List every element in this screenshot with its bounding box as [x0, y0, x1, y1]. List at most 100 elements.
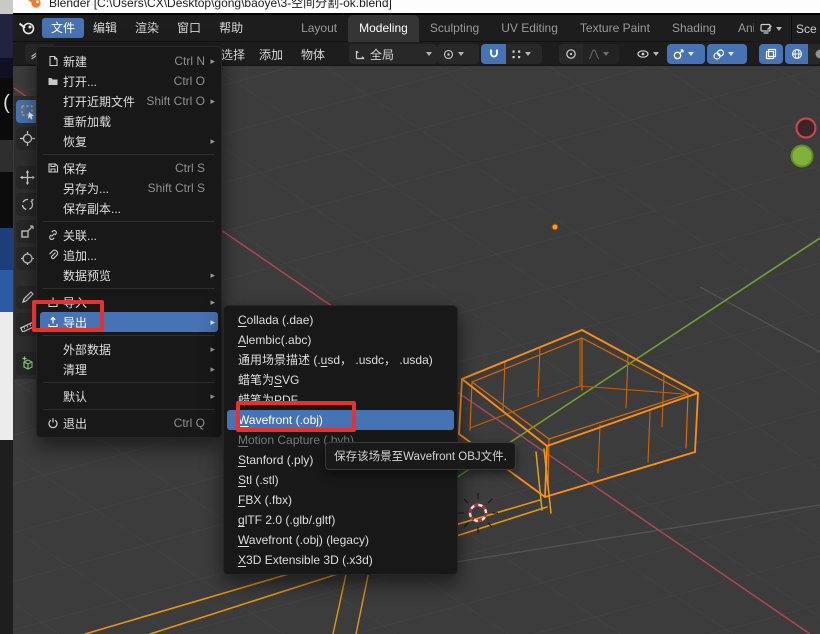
- menu-item-recover[interactable]: 恢复 ▸: [37, 131, 221, 151]
- menu-item-label: 新建: [63, 53, 174, 70]
- menu-shortcut: Shift Ctrl O: [146, 94, 205, 108]
- menu-item-label: 打开近期文件: [63, 93, 146, 110]
- menu-item-external-data[interactable]: 外部数据 ▸: [37, 339, 221, 359]
- tab-shading[interactable]: Shading: [661, 15, 727, 42]
- menu-shortcut: Ctrl O: [174, 74, 205, 88]
- submenu-arrow-icon: ▸: [205, 136, 215, 147]
- menu-separator: [37, 332, 221, 339]
- menu-window[interactable]: 窗口: [168, 18, 210, 38]
- menu-item-label: 保存副本...: [63, 200, 205, 217]
- snap-with-dropdown[interactable]: [506, 44, 542, 64]
- menu-separator: [37, 379, 221, 386]
- export-item-grease-pencil-svg[interactable]: 蜡笔为SVG: [224, 370, 457, 390]
- menu-item-label: 默认: [63, 388, 205, 405]
- export-item-wavefront-legacy[interactable]: Wavefront (.obj) (legacy): [224, 530, 457, 550]
- solid-shading-button[interactable]: [808, 44, 820, 64]
- tab-modeling[interactable]: Modeling: [348, 15, 419, 42]
- gizmo-icon: [672, 48, 685, 61]
- blender-window: ( Blender [C:\Users\CX\Desktop\gong\baoy…: [0, 0, 820, 634]
- transform-orientation-dropdown[interactable]: 全局: [349, 42, 437, 66]
- orientation-value: 全局: [370, 46, 394, 63]
- export-item-x3d[interactable]: X3D Extensible 3D (.x3d): [224, 550, 457, 570]
- gizmos-dropdown[interactable]: [667, 42, 705, 66]
- menu-item-save-copy[interactable]: 保存副本...: [37, 198, 221, 218]
- menu-item-revert[interactable]: 重新加载: [37, 111, 221, 131]
- top-menubar: 文件 编辑 渲染 窗口 帮助 Layout Modeling Sculpting…: [13, 15, 820, 42]
- menu-item-label: 清理: [63, 361, 205, 378]
- menu-item-link[interactable]: 关联...: [37, 225, 221, 245]
- file-menu-dropdown: 新建 Ctrl N ▸ 打开... Ctrl O 打开近期文件 Shift Ct…: [36, 46, 222, 438]
- origin-dot[interactable]: [552, 224, 558, 230]
- link-icon: [43, 229, 63, 241]
- scene-selector: Sce: [754, 15, 820, 42]
- proportional-circle-icon: [565, 48, 577, 60]
- menu-item-open-recent[interactable]: 打开近期文件 Shift Ctrl O ▸: [37, 91, 221, 111]
- paperclip-icon: [43, 249, 63, 261]
- export-item-usd[interactable]: 通用场景描述 (.usd， .usdc， .usda): [224, 350, 457, 370]
- wireframe-globe-icon: [791, 48, 803, 60]
- menu-shortcut: Shift Ctrl S: [148, 181, 205, 195]
- submenu-arrow-icon: ▸: [205, 96, 215, 107]
- export-item-gltf[interactable]: glTF 2.0 (.glb/.gltf): [224, 510, 457, 530]
- menu-item-defaults[interactable]: 默认 ▸: [37, 386, 221, 406]
- export-item-fbx[interactable]: FBX (.fbx): [224, 490, 457, 510]
- menu-edit[interactable]: 编辑: [84, 18, 126, 38]
- xray-toggle-button[interactable]: [759, 42, 783, 66]
- menu-item-save-as[interactable]: 另存为... Shift Ctrl S: [37, 178, 221, 198]
- export-item-collada[interactable]: Collada (.dae): [224, 310, 457, 330]
- menu-file[interactable]: 文件: [42, 18, 84, 38]
- file-new-icon: [43, 55, 63, 67]
- scene-icon[interactable]: [754, 19, 787, 39]
- menu-item-clean-up[interactable]: 清理 ▸: [37, 359, 221, 379]
- object-visibility-dropdown[interactable]: [631, 42, 671, 66]
- window-title: Blender [C:\Users\CX\Desktop\gong\baoye\…: [49, 0, 392, 11]
- pivot-point-dropdown[interactable]: [437, 42, 479, 66]
- annotation-box-wavefront: [236, 401, 356, 432]
- save-icon: [43, 162, 63, 174]
- menu-item-append[interactable]: 追加...: [37, 245, 221, 265]
- falloff-dropdown[interactable]: [583, 44, 619, 64]
- magnet-icon: [488, 48, 500, 60]
- wireframe-shading-button[interactable]: [785, 44, 808, 64]
- menu-object[interactable]: 物体: [301, 42, 325, 66]
- menu-item-data-preview[interactable]: 数据预览 ▸: [37, 265, 221, 285]
- annotation-box-export: [32, 300, 104, 332]
- title-bar: Blender [C:\Users\CX\Desktop\gong\baoye\…: [13, 0, 820, 13]
- submenu-arrow-icon: ▸: [205, 317, 215, 328]
- menu-add[interactable]: 添加: [259, 42, 283, 66]
- menu-item-quit[interactable]: 退出 Ctrl Q: [37, 413, 221, 433]
- menu-help[interactable]: 帮助: [210, 18, 252, 38]
- export-item-stl[interactable]: Stl (.stl): [224, 470, 457, 490]
- menu-item-label: 退出: [63, 415, 174, 432]
- blender-app-icon[interactable]: [18, 20, 36, 36]
- submenu-arrow-icon: ▸: [205, 364, 215, 375]
- menu-item-label: 打开...: [63, 73, 174, 90]
- menu-render[interactable]: 渲染: [126, 18, 168, 38]
- scene-name-label[interactable]: Sce: [796, 22, 820, 36]
- proportional-edit-button[interactable]: [559, 44, 583, 64]
- menu-item-new[interactable]: 新建 Ctrl N ▸: [37, 51, 221, 71]
- orientation-axes-icon: [354, 48, 367, 61]
- tab-uv-editing[interactable]: UV Editing: [490, 15, 569, 42]
- submenu-arrow-icon: ▸: [205, 297, 215, 308]
- tab-layout[interactable]: Layout: [290, 15, 348, 42]
- menu-select[interactable]: 选择: [221, 42, 245, 66]
- falloff-curve-icon: [588, 48, 600, 60]
- folder-open-icon: [43, 75, 63, 87]
- tab-texture-paint[interactable]: Texture Paint: [569, 15, 661, 42]
- menu-shortcut: Ctrl S: [175, 161, 205, 175]
- eye-icon: [636, 48, 650, 60]
- menu-separator: [37, 406, 221, 413]
- menu-item-label: 追加...: [63, 247, 205, 264]
- menu-item-save[interactable]: 保存 Ctrl S: [37, 158, 221, 178]
- menu-separator: [37, 218, 221, 225]
- menu-shortcut: Ctrl Q: [174, 416, 205, 430]
- blender-logo-orange-icon: [27, 0, 42, 9]
- axis-ball-x: [797, 119, 816, 138]
- tab-sculpting[interactable]: Sculpting: [419, 15, 490, 42]
- chevron-down-icon: [776, 27, 782, 31]
- menu-item-open[interactable]: 打开... Ctrl O: [37, 71, 221, 91]
- export-item-alembic[interactable]: Alembic(.abc): [224, 330, 457, 350]
- overlays-dropdown[interactable]: [707, 42, 747, 66]
- snap-toggle-button[interactable]: [481, 44, 506, 64]
